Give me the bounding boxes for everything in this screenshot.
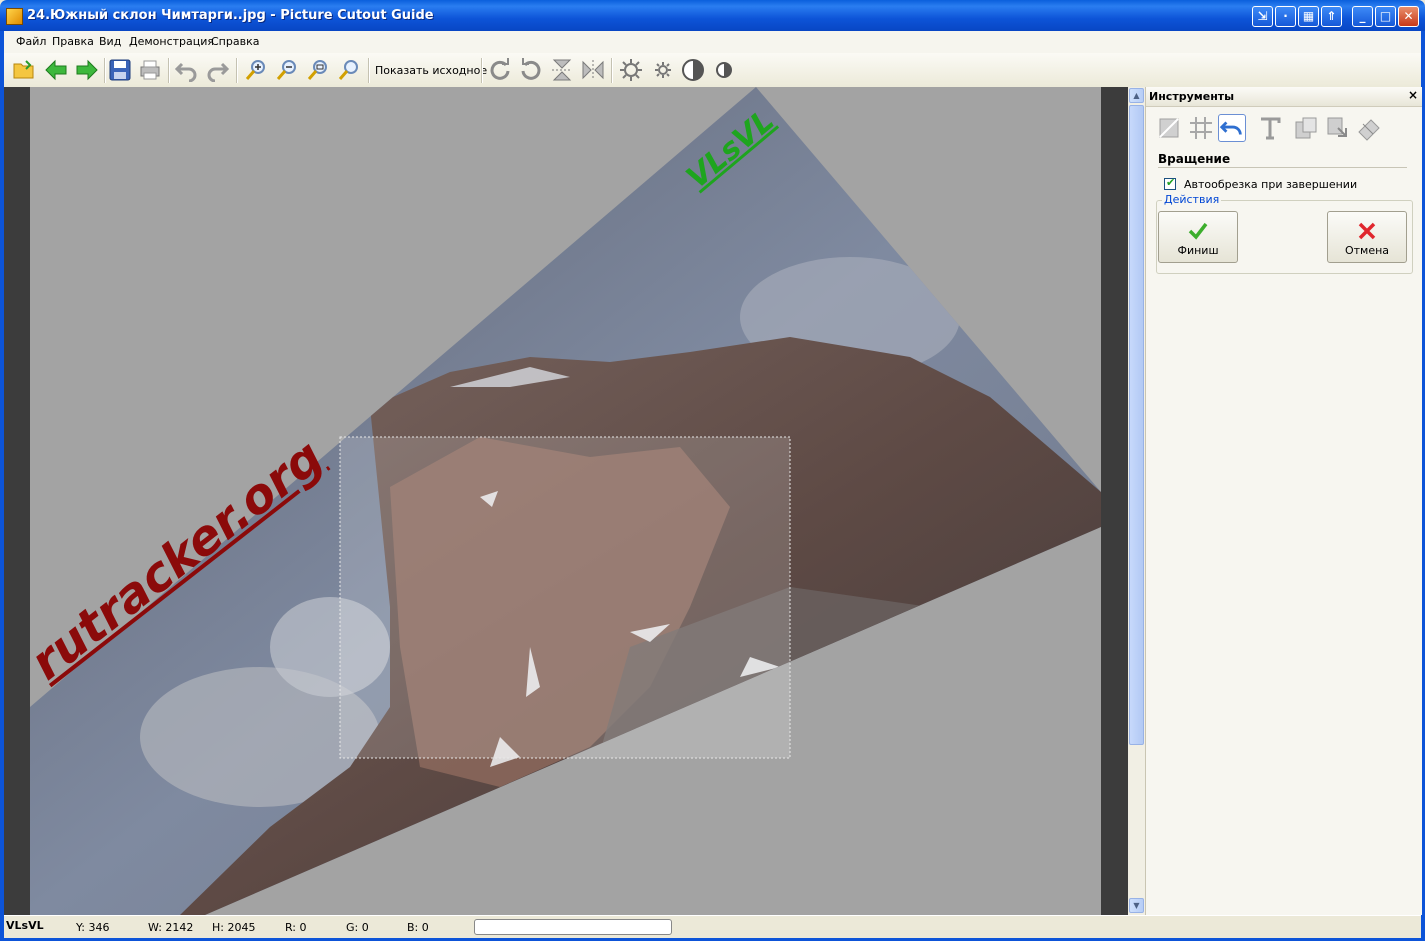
text-tool-icon[interactable]: [1256, 114, 1284, 142]
contrast-icon[interactable]: [681, 58, 705, 82]
extra-button-4[interactable]: ⇑: [1321, 6, 1342, 27]
status-width: W: 2142: [148, 921, 194, 934]
finish-label: Финиш: [1177, 244, 1219, 257]
section-title: Вращение: [1158, 152, 1231, 166]
layer-up-tool-icon[interactable]: [1292, 114, 1320, 142]
app-icon: [6, 8, 23, 25]
zoom-fit-icon[interactable]: [306, 58, 330, 82]
status-red: R: 0: [285, 921, 307, 934]
menu-edit[interactable]: Правка: [52, 35, 94, 48]
chevron-down-icon: ▼: [1133, 901, 1140, 910]
color-square-icon: ▦: [1302, 9, 1315, 23]
scroll-up-button[interactable]: ▲: [1129, 88, 1144, 103]
contrast-small-icon[interactable]: [712, 58, 736, 82]
toolbar-separator: [481, 58, 483, 83]
dot-icon: ·: [1283, 9, 1288, 23]
rotate-ccw-icon[interactable]: [519, 58, 543, 82]
flip-vertical-icon[interactable]: [550, 58, 574, 82]
close-icon: ✕: [1403, 9, 1414, 23]
brightness-icon[interactable]: [619, 58, 643, 82]
menu-help[interactable]: Справка: [211, 35, 259, 48]
checkmark-icon: ✔: [1166, 176, 1176, 189]
canvas-background: rutracker.org VLsVL: [30, 87, 1101, 915]
stamp-tool-icon[interactable]: [1355, 114, 1383, 142]
brightness-small-icon[interactable]: [651, 58, 675, 82]
cancel-label: Отмена: [1344, 244, 1390, 257]
print-icon[interactable]: [138, 58, 162, 82]
status-bar: VLsVL Y: 346 W: 2142 H: 2045 R: 0 G: 0 B…: [4, 915, 1421, 938]
image-canvas[interactable]: rutracker.org VLsVL: [4, 87, 1128, 915]
autocrop-label: Автообрезка при завершении: [1184, 178, 1358, 191]
show-original-button[interactable]: Показать исходное: [375, 64, 487, 77]
open-icon[interactable]: [12, 58, 36, 82]
rotate-tool-icon[interactable]: [1218, 114, 1246, 142]
toolbar: Показать исходное: [4, 53, 1421, 88]
minimize-icon: _: [1359, 9, 1366, 23]
finish-button[interactable]: Финиш: [1158, 211, 1238, 263]
zoom-actual-icon[interactable]: [337, 58, 361, 82]
pin-icon: ⇲: [1257, 9, 1268, 23]
check-icon: [1188, 222, 1208, 240]
menu-file[interactable]: Файл: [16, 35, 46, 48]
status-height: H: 2045: [212, 921, 256, 934]
progress-bar: [474, 919, 672, 935]
window-title: 24.Южный склон Чимтарги..jpg - Picture C…: [27, 8, 434, 23]
forward-arrow-icon[interactable]: [75, 58, 99, 82]
menu-view[interactable]: Вид: [99, 35, 121, 48]
toolbar-separator: [168, 58, 170, 83]
save-icon[interactable]: [108, 58, 132, 82]
zoom-out-icon[interactable]: [275, 58, 299, 82]
extra-button-2[interactable]: ·: [1275, 6, 1296, 27]
scroll-down-button[interactable]: ▼: [1129, 898, 1144, 913]
status-green: G: 0: [346, 921, 369, 934]
maximize-icon: □: [1379, 9, 1392, 23]
menu-demo[interactable]: Демонстрация: [129, 35, 214, 48]
menu-bar: Файл Правка Вид Демонстрация Справка: [4, 31, 1421, 54]
panel-title: Инструменты: [1149, 90, 1235, 103]
undo-icon[interactable]: [174, 58, 198, 82]
rotated-photo: [30, 87, 1101, 915]
panel-header: Инструменты ×: [1146, 87, 1422, 107]
panel-close-button[interactable]: ×: [1408, 88, 1418, 102]
toolbar-separator: [104, 58, 106, 83]
grid-tool-icon[interactable]: [1187, 114, 1215, 142]
status-blue: B: 0: [407, 921, 429, 934]
minimize-button[interactable]: _: [1352, 6, 1373, 27]
title-bar: 24.Южный склон Чимтарги..jpg - Picture C…: [0, 0, 1425, 31]
cross-icon: [1358, 222, 1376, 240]
roll-up-icon: ⇑: [1326, 9, 1337, 23]
extra-button-3[interactable]: ▦: [1298, 6, 1319, 27]
toolbar-separator: [368, 58, 370, 83]
redo-icon[interactable]: [206, 58, 230, 82]
layer-down-tool-icon[interactable]: [1324, 114, 1352, 142]
maximize-button[interactable]: □: [1375, 6, 1396, 27]
status-logo: VLsVL: [6, 919, 44, 932]
chevron-up-icon: ▲: [1133, 91, 1140, 100]
extra-button-1[interactable]: ⇲: [1252, 6, 1273, 27]
scroll-thumb[interactable]: [1129, 105, 1144, 745]
actions-label: Действия: [1162, 193, 1222, 206]
flip-horizontal-icon[interactable]: [581, 58, 605, 82]
tools-panel: Инструменты × Вращение ✔ Автообрезка при…: [1145, 87, 1422, 915]
vertical-scrollbar[interactable]: ▲ ▼: [1128, 87, 1145, 915]
crop-tool-icon[interactable]: [1155, 114, 1183, 142]
back-arrow-icon[interactable]: [44, 58, 68, 82]
toolbar-separator: [236, 58, 238, 83]
close-button[interactable]: ✕: [1398, 6, 1419, 27]
toolbar-separator: [611, 58, 613, 83]
rotate-cw-icon[interactable]: [488, 58, 512, 82]
zoom-in-icon[interactable]: [244, 58, 268, 82]
status-y: Y: 346: [76, 921, 110, 934]
cancel-button[interactable]: Отмена: [1327, 211, 1407, 263]
autocrop-checkbox[interactable]: ✔: [1164, 176, 1176, 190]
section-divider: [1158, 167, 1407, 168]
